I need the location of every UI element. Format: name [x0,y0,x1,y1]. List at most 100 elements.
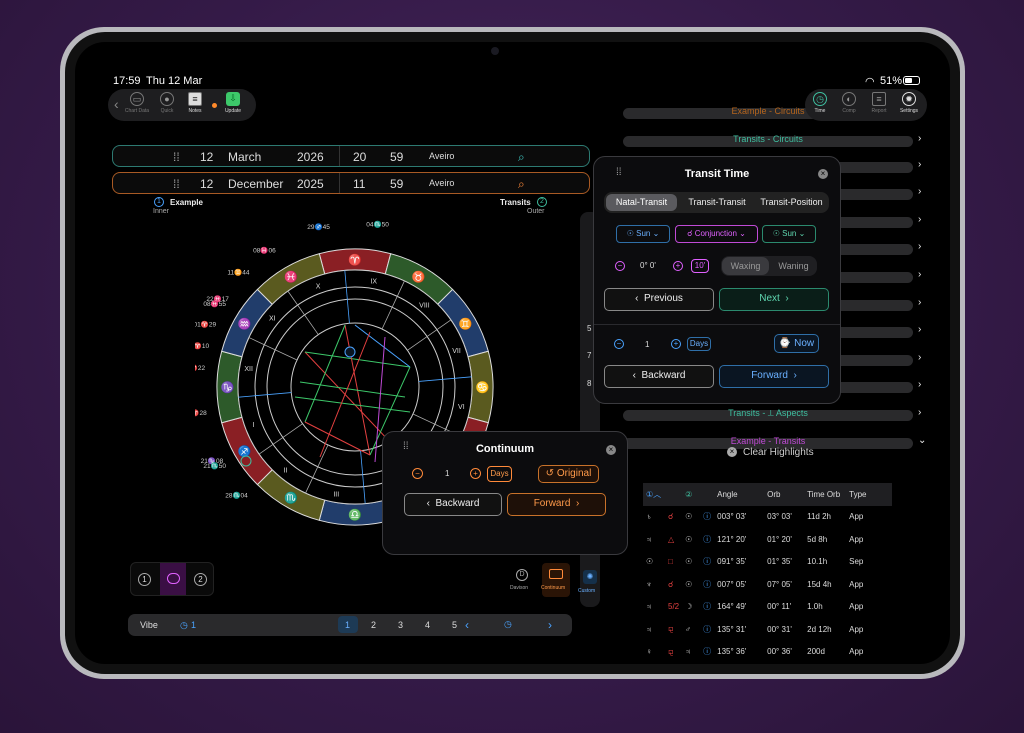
davison-label[interactable]: Davison [510,585,528,591]
header-time-orb[interactable]: Time Orb [804,483,846,506]
day-step[interactable]: 1 [645,340,649,349]
table-row[interactable]: ♃ △ ☉ ⓘ 121° 20' 01° 20' 5d 8h App [643,528,892,551]
outer-month[interactable]: December [228,177,283,191]
report-button[interactable]: ≡ Report [866,92,892,114]
outer-planet-label[interactable]: 29♐45 [307,223,330,231]
davison-icon[interactable]: D [516,569,528,581]
time-button[interactable]: ◷ Time [807,92,833,114]
orb-value[interactable]: 0° 0' [640,261,656,270]
inner-month[interactable]: March [228,150,261,164]
chevron-right-icon[interactable]: › [918,186,921,197]
backward-button[interactable]: ‹ Backward [604,365,714,388]
back-icon[interactable]: ‹ [114,96,119,112]
chevron-right-icon[interactable]: › [918,214,921,225]
header-type[interactable]: Type [846,483,892,506]
outer-minute[interactable]: 59 [390,177,403,191]
chevron-right-icon[interactable]: › [918,269,921,280]
chevron-right-icon[interactable]: › [918,352,921,363]
continuum-unit[interactable]: Days [487,466,512,482]
outer-planet-label[interactable]: 01♈29 [195,320,216,328]
page-4[interactable]: 4 [425,620,430,630]
planet-a-select[interactable]: ☉ Sun ⌄ [616,225,670,243]
chart-data-button[interactable]: ▭ Chart Data [124,92,150,114]
sort-icon[interactable]: ①︿ [643,483,665,506]
select-two-button[interactable]: 2 [194,573,207,586]
next-button[interactable]: Next › [719,288,829,311]
table-row[interactable]: ♀ ⚼ ♃ ⓘ 135° 36' 00° 36' 200d App [643,641,892,664]
inner-hour[interactable]: 20 [353,150,366,164]
planet-b-select[interactable]: ☉ Sun ⌄ [762,225,816,243]
outer-hour[interactable]: 11 [353,177,365,191]
vibe-number[interactable]: 1 [191,620,196,630]
page-1[interactable]: 1 [345,620,350,630]
minus-icon[interactable]: − [412,468,423,479]
chevron-right-icon[interactable]: › [918,159,921,170]
chevron-right-icon[interactable]: › [918,379,921,390]
tab-natal-transit[interactable]: Natal-Transit [606,194,677,211]
original-button[interactable]: ↺ Original [538,465,599,483]
page-2[interactable]: 2 [371,620,376,630]
plus-icon[interactable]: + [673,261,683,271]
header-orb[interactable]: Orb [764,483,804,506]
now-button[interactable]: ⌚ Now [774,334,819,353]
page-5[interactable]: 5 [452,620,457,630]
continuum-step[interactable]: 1 [445,469,449,478]
chevron-right-icon[interactable]: › [918,133,921,144]
tab-transit-position[interactable]: Transit-Position [754,194,829,211]
inner-date-row[interactable]: ⁞⁞ 12 March 2026 20 59 Aveiro ⌕ [112,145,590,167]
clear-icon[interactable]: × [727,447,737,457]
outer-planet-label[interactable]: 21♈28 [195,409,207,417]
search-icon[interactable]: ⌕ [518,150,525,165]
outer-planet-label[interactable]: 01♈22 [195,364,206,372]
side-list-item[interactable]: Transits - ⟂ Aspects [623,408,913,421]
chevron-right-icon[interactable]: › [918,407,921,418]
selected-planet-marker[interactable] [344,346,356,358]
outer-place[interactable]: Aveiro [429,178,454,188]
chevron-down-icon[interactable]: ⌄ [918,435,926,446]
plus-icon[interactable]: + [671,339,681,349]
waning-option[interactable]: Waning [770,257,817,275]
vibe-label[interactable]: Vibe [140,620,158,630]
forward-button[interactable]: Forward › [719,365,829,388]
clear-highlights-button[interactable]: Clear Highlights [743,447,814,458]
table-row[interactable]: ♃ ⚼ ♂ ⓘ 135° 31' 00° 31' 2d 12h App [643,618,892,641]
inner-minute[interactable]: 59 [390,150,403,164]
custom-label[interactable]: Custom [578,588,595,594]
continuum-mode-button[interactable] [542,563,570,597]
quick-button[interactable]: ● Quick [154,92,180,114]
previous-button[interactable]: ‹ Previous [604,288,714,311]
chevron-right-icon[interactable]: › [918,241,921,252]
table-row[interactable]: ♆ ☌ ☉ ⓘ 007° 05' 07° 05' 15d 4h App [643,573,892,596]
header-angle[interactable]: Angle [714,483,764,506]
notes-button[interactable]: ≡ Notes [182,92,208,114]
aspect-select[interactable]: ☌ Conjunction ⌄ [675,225,758,243]
select-one-button[interactable]: 1 [138,573,151,586]
comp-button[interactable]: ◐ Comp [836,92,862,114]
outer-planet-label[interactable]: 04♏50 [366,221,389,229]
close-icon[interactable]: × [818,169,828,179]
inner-place[interactable]: Aveiro [429,151,454,161]
next-icon[interactable]: › [548,618,552,632]
inner-year[interactable]: 2026 [297,150,324,164]
outer-date-row[interactable]: ⁞⁞ 12 December 2025 11 59 Aveiro ⌕ [112,172,590,194]
side-list-item[interactable]: Transits - Circuits [623,134,913,147]
outer-planet-label[interactable]: 09♈10 [195,342,209,350]
continuum-backward-button[interactable]: ‹ Backward [404,493,502,516]
table-row[interactable]: ☉ □ ☉ ⓘ 091° 35' 01° 35' 10.1h Sep [643,551,892,574]
table-row[interactable]: ♄ ☌ ☉ ⓘ 003° 03' 03° 03' 11d 2h App [643,506,892,529]
inner-day[interactable]: 12 [200,150,213,164]
continuum-forward-button[interactable]: Forward › [507,493,606,516]
continuum-label[interactable]: Continuum [541,585,565,591]
clock-icon[interactable]: ◷ [504,619,512,630]
outer-planet-label[interactable]: 28♏04 [225,491,248,499]
orb-step[interactable]: 10' [691,259,709,273]
outer-year[interactable]: 2025 [297,177,324,191]
custom-icon[interactable]: ✺ [583,570,597,584]
tab-transit-transit[interactable]: Transit-Transit [681,194,753,211]
table-row[interactable]: ♃ 5/2 ☽ ⓘ 164° 49' 00° 11' 1.0h App [643,596,892,619]
search-icon[interactable]: ⌕ [518,177,525,192]
chevron-right-icon[interactable]: › [918,297,921,308]
prev-icon[interactable]: ‹ [465,618,469,632]
waxing-option[interactable]: Waxing [722,257,769,275]
update-button[interactable]: ⇩ Update [220,92,246,114]
